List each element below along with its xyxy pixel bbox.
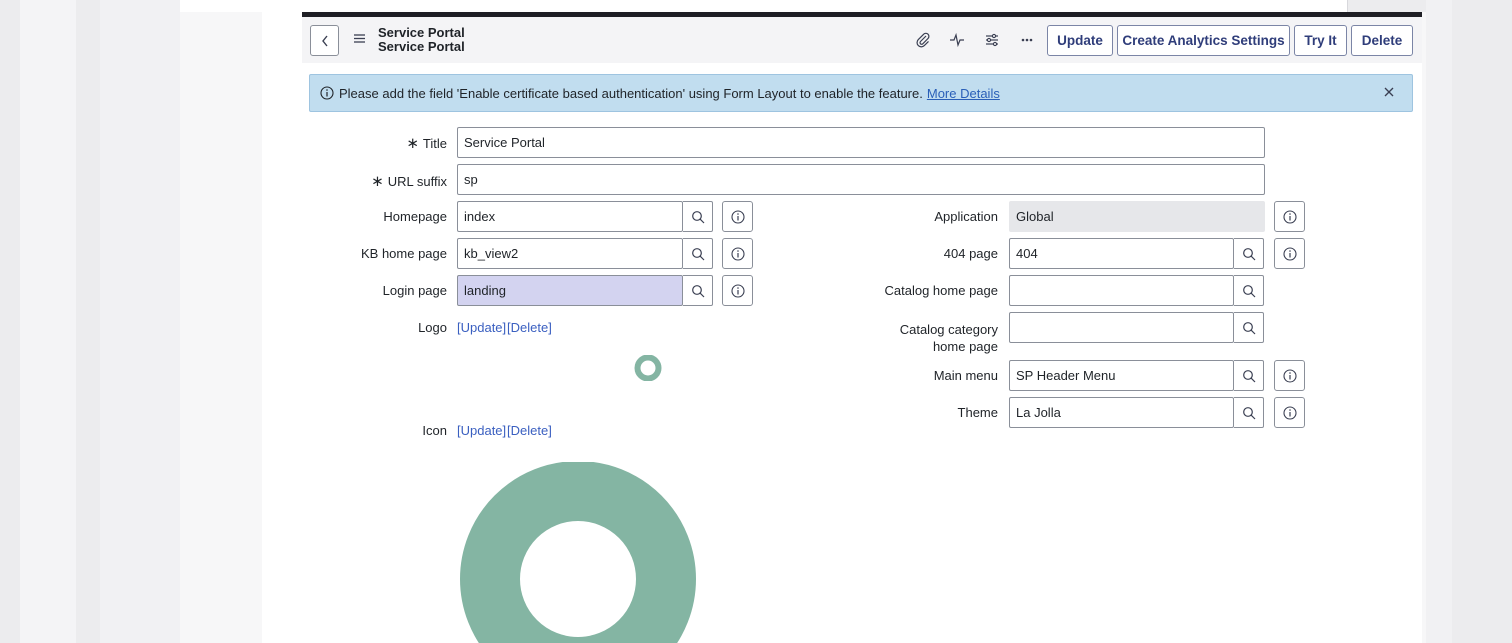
update-button[interactable]: Update bbox=[1047, 25, 1113, 56]
catalog-category-home-page-lookup-button[interactable] bbox=[1234, 312, 1264, 343]
homepage-label: Homepage bbox=[383, 209, 447, 224]
homepage-info-button[interactable] bbox=[722, 201, 753, 232]
hamburger-menu-icon[interactable] bbox=[353, 31, 367, 45]
back-button[interactable] bbox=[310, 25, 339, 56]
kb-home-page-lookup-button[interactable] bbox=[683, 238, 713, 269]
background-panel bbox=[180, 0, 1348, 12]
kb-home-page-input[interactable]: kb_view2 bbox=[457, 238, 683, 269]
theme-input[interactable]: La Jolla bbox=[1009, 397, 1234, 428]
activity-icon[interactable] bbox=[948, 31, 966, 49]
logo-update-link[interactable]: [Update] bbox=[457, 320, 506, 335]
info-banner: Please add the field 'Enable certificate… bbox=[309, 74, 1413, 112]
logo-image bbox=[634, 355, 662, 381]
search-icon bbox=[1242, 321, 1255, 334]
main-menu-info-button[interactable] bbox=[1274, 360, 1305, 391]
404-page-label: 404 page bbox=[943, 246, 998, 261]
url-suffix-label: ∗ URL suffix bbox=[330, 172, 447, 190]
theme-info-button[interactable] bbox=[1274, 397, 1305, 428]
background-strip bbox=[0, 0, 20, 643]
info-circle-icon bbox=[730, 283, 745, 298]
homepage-input[interactable]: index bbox=[457, 201, 683, 232]
login-page-lookup-button[interactable] bbox=[683, 275, 713, 306]
title-label: ∗ Title bbox=[330, 134, 447, 152]
logo-label: Logo bbox=[418, 320, 447, 335]
search-icon bbox=[1242, 369, 1255, 382]
background-strip bbox=[1452, 0, 1512, 643]
theme-label: Theme bbox=[957, 405, 998, 420]
search-icon bbox=[1242, 247, 1255, 260]
create-analytics-settings-button[interactable]: Create Analytics Settings bbox=[1117, 25, 1290, 56]
catalog-category-home-page-input[interactable] bbox=[1009, 312, 1234, 343]
info-circle-icon bbox=[730, 246, 745, 261]
settings-sliders-icon[interactable] bbox=[983, 31, 1001, 49]
record-title-line1: Service Portal bbox=[378, 25, 465, 40]
main-menu-input[interactable]: SP Header Menu bbox=[1009, 360, 1234, 391]
main-menu-lookup-button[interactable] bbox=[1234, 360, 1264, 391]
catalog-home-page-lookup-button[interactable] bbox=[1234, 275, 1264, 306]
title-input[interactable]: Service Portal bbox=[457, 127, 1265, 158]
404-page-input[interactable]: 404 bbox=[1009, 238, 1234, 269]
search-icon bbox=[1242, 284, 1255, 297]
background-strip bbox=[76, 0, 100, 643]
close-icon[interactable] bbox=[1382, 85, 1396, 99]
application-field: Global bbox=[1009, 201, 1265, 232]
catalog-category-label-line1: Catalog category bbox=[899, 322, 998, 337]
kb-home-page-label: KB home page bbox=[360, 246, 447, 261]
catalog-category-label-line2: home page bbox=[932, 339, 998, 354]
application-label: Application bbox=[934, 209, 998, 224]
url-suffix-input[interactable]: sp bbox=[457, 164, 1265, 195]
background-strip bbox=[100, 0, 180, 643]
delete-button[interactable]: Delete bbox=[1351, 25, 1413, 56]
banner-message: Please add the field 'Enable certificate… bbox=[339, 85, 923, 101]
try-it-button[interactable]: Try It bbox=[1294, 25, 1347, 56]
catalog-category-home-page-label: Catalog category home page bbox=[840, 321, 998, 355]
login-page-info-button[interactable] bbox=[722, 275, 753, 306]
login-page-label: Login page bbox=[382, 283, 447, 298]
icon-delete-link[interactable]: [Delete] bbox=[507, 423, 552, 438]
theme-lookup-button[interactable] bbox=[1234, 397, 1264, 428]
404-page-lookup-button[interactable] bbox=[1234, 238, 1264, 269]
chevron-left-icon bbox=[321, 35, 328, 46]
required-asterisk-icon: ∗ bbox=[406, 135, 419, 152]
more-details-link[interactable]: More Details bbox=[927, 86, 1000, 101]
search-icon bbox=[691, 210, 704, 223]
icon-label: Icon bbox=[422, 423, 447, 438]
icon-image bbox=[460, 462, 696, 643]
catalog-home-page-input[interactable] bbox=[1009, 275, 1234, 306]
title-label-text: Title bbox=[422, 136, 447, 151]
search-icon bbox=[691, 284, 704, 297]
main-menu-label: Main menu bbox=[933, 368, 998, 383]
kb-home-page-info-button[interactable] bbox=[722, 238, 753, 269]
logo-delete-link[interactable]: [Delete] bbox=[507, 320, 552, 335]
info-circle-icon bbox=[1282, 209, 1297, 224]
record-title-line2: Service Portal bbox=[378, 39, 465, 54]
record-title: Service Portal Service Portal bbox=[378, 26, 465, 54]
paperclip-icon[interactable] bbox=[914, 31, 932, 49]
background-strip bbox=[1426, 0, 1452, 643]
application-info-button[interactable] bbox=[1274, 201, 1305, 232]
homepage-lookup-button[interactable] bbox=[683, 201, 713, 232]
info-circle-icon bbox=[730, 209, 745, 224]
login-page-input[interactable]: landing bbox=[457, 275, 683, 306]
search-icon bbox=[1242, 406, 1255, 419]
more-icon[interactable] bbox=[1018, 31, 1036, 49]
background-strip bbox=[20, 0, 76, 643]
catalog-home-page-label: Catalog home page bbox=[884, 283, 998, 298]
url-suffix-label-text: URL suffix bbox=[387, 174, 447, 189]
search-icon bbox=[691, 247, 704, 260]
info-circle-icon bbox=[1282, 405, 1297, 420]
required-asterisk-icon: ∗ bbox=[371, 173, 384, 190]
icon-update-link[interactable]: [Update] bbox=[457, 423, 506, 438]
404-page-info-button[interactable] bbox=[1274, 238, 1305, 269]
info-circle-icon bbox=[320, 86, 334, 100]
info-circle-icon bbox=[1282, 246, 1297, 261]
info-circle-icon bbox=[1282, 368, 1297, 383]
